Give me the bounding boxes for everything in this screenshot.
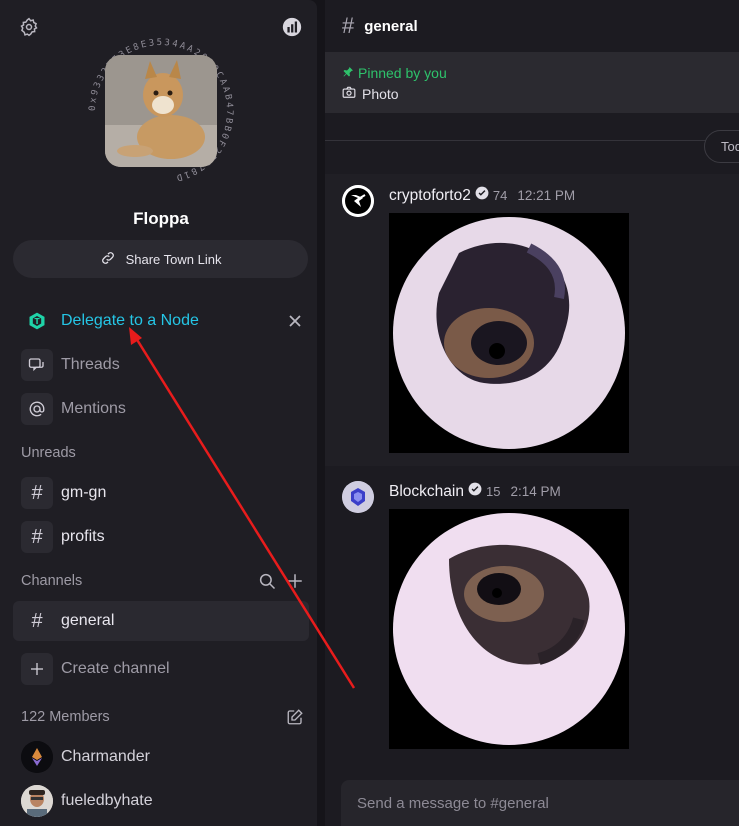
message-item[interactable]: Blockchain 15 2:14 PM [325, 470, 739, 762]
unread-channel-gm-gn[interactable]: # gm-gn [13, 473, 309, 513]
message-username[interactable]: cryptoforto2 [389, 187, 471, 205]
pinned-item-label: Photo [362, 85, 399, 102]
message-timestamp: 12:21 PM [517, 188, 576, 203]
channel-label: general [61, 612, 115, 629]
members-section-label: 122 Members [21, 709, 110, 725]
channel-header: # general [325, 0, 739, 52]
sidebar-item-threads[interactable]: Threads [13, 345, 309, 385]
delegate-node-icon: T [21, 305, 53, 337]
message-composer-input[interactable]: Send a message to #general [341, 780, 739, 826]
mentions-label: Mentions [61, 400, 126, 417]
member-avatar [21, 785, 53, 817]
hash-icon: # [31, 609, 43, 632]
pinned-message-banner[interactable]: Pinned by you Photo [325, 52, 739, 113]
sidebar: 0x93327E3E8E3534AA2030CAAB47BB0F232781D … [0, 0, 317, 826]
user-avatar[interactable] [342, 185, 374, 217]
channel-item-general[interactable]: # general [13, 601, 309, 641]
pin-icon [342, 65, 354, 81]
create-channel-button[interactable]: Create channel [13, 649, 309, 689]
delegate-to-node-item[interactable]: T Delegate to a Node [13, 301, 309, 341]
message-username[interactable]: Blockchain [389, 483, 464, 501]
member-item[interactable]: fueledbyhate [21, 785, 153, 817]
svg-text:T: T [34, 317, 40, 326]
add-channel-icon[interactable] [284, 570, 306, 592]
create-channel-label: Create channel [61, 660, 170, 677]
share-town-link-label: Share Town Link [125, 251, 222, 267]
node-status-icon[interactable] [281, 16, 303, 38]
channel-label: profits [61, 528, 105, 545]
member-avatar [21, 741, 53, 773]
close-icon[interactable] [281, 314, 309, 328]
message-item[interactable]: cryptoforto2 74 12:21 PM [325, 174, 739, 466]
user-score: 74 [492, 188, 508, 203]
member-item[interactable]: Charmander [21, 741, 150, 773]
verified-badge-icon [468, 482, 482, 501]
member-name: fueledbyhate [61, 792, 153, 809]
threads-label: Threads [61, 356, 120, 373]
town-avatar-image [105, 55, 217, 167]
date-pill: Tod [704, 130, 739, 163]
town-name: Floppa [133, 209, 189, 228]
channel-view: # general Pinned by you Photo Tod crypto… [325, 0, 739, 826]
message-image[interactable] [389, 213, 629, 453]
user-avatar[interactable] [342, 481, 374, 513]
member-name: Charmander [61, 748, 150, 765]
hash-icon: # [21, 477, 53, 509]
threads-icon [21, 349, 53, 381]
sidebar-item-mentions[interactable]: Mentions [13, 389, 309, 429]
plus-icon [21, 653, 53, 685]
share-town-link-button[interactable]: Share Town Link [13, 240, 308, 278]
camera-icon [342, 85, 356, 102]
pinned-by-label: Pinned by you [358, 65, 447, 81]
settings-gear-icon[interactable] [18, 16, 40, 38]
date-divider [325, 140, 739, 141]
town-avatar[interactable]: 0x93327E3E8E3534AA2030CAAB47BB0F232781D [84, 34, 238, 188]
message-timestamp: 2:14 PM [510, 484, 561, 499]
link-icon [100, 250, 116, 269]
hash-icon: # [342, 13, 355, 38]
channels-section-label: Channels [21, 573, 83, 589]
at-sign-icon [21, 393, 53, 425]
hash-icon: # [21, 521, 53, 553]
user-score: 15 [485, 484, 501, 499]
message-image[interactable] [389, 509, 629, 749]
verified-badge-icon [475, 186, 489, 205]
unread-channel-profits[interactable]: # profits [13, 517, 309, 557]
unreads-section-label: Unreads [21, 445, 76, 461]
edit-members-icon[interactable] [284, 706, 306, 728]
delegate-to-node-label: Delegate to a Node [61, 312, 199, 329]
search-channels-icon[interactable] [256, 570, 278, 592]
channel-label: gm-gn [61, 484, 107, 501]
channel-title: general [364, 17, 418, 35]
